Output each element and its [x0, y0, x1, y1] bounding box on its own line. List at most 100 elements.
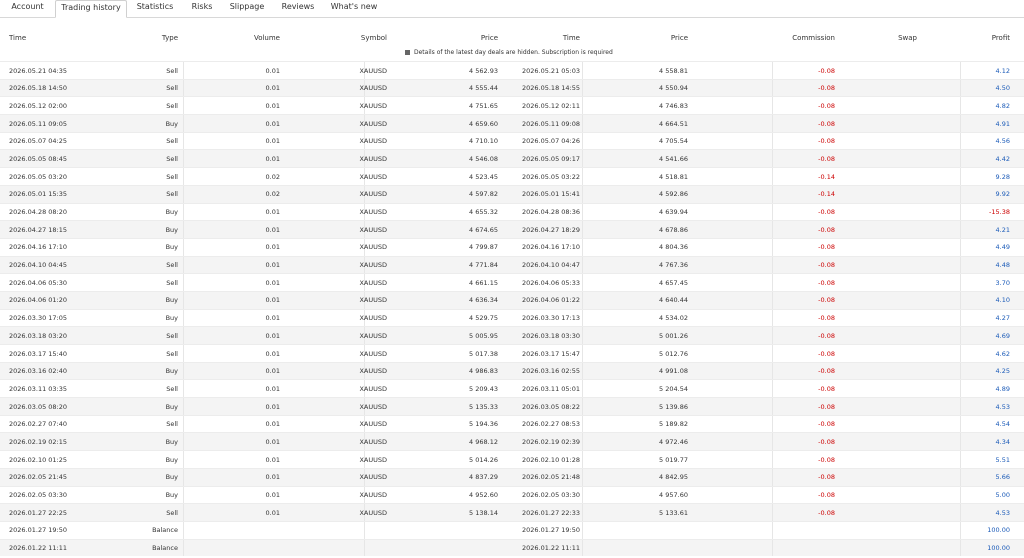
table-header: Time Type Volume Symbol Price Time Price… [0, 28, 1024, 61]
tab-slippage[interactable]: Slippage [221, 0, 273, 17]
cell-close-price: 4 972.46 [659, 437, 688, 446]
cell-close-time: 2026.01.27 19:50 [521, 526, 580, 535]
cell-time: 2026.01.22 11:11 [9, 544, 68, 553]
column-divider [960, 362, 961, 380]
cell-close-time: 2026.05.05 03:22 [521, 172, 580, 181]
column-divider [960, 504, 961, 521]
column-divider [183, 380, 184, 398]
column-divider [183, 168, 184, 185]
cell-symbol: XAUUSD [359, 402, 387, 411]
tab-account[interactable]: Account [0, 0, 55, 17]
cell-close-price: 4 746.83 [659, 101, 688, 110]
cell-type: Sell [166, 508, 178, 517]
column-divider [772, 398, 773, 415]
cell-profit: 4.21 [995, 225, 1010, 234]
cell-time: 2026.03.18 03:20 [9, 331, 68, 340]
cell-symbol: XAUUSD [359, 190, 387, 199]
col-header-volume[interactable]: Volume [254, 34, 280, 42]
column-divider [582, 97, 583, 115]
table-row: 2026.05.18 14:50 Sell 0.01 XAUUSD 4 555.44 20… [0, 78, 1024, 97]
col-header-price[interactable]: Price [481, 34, 498, 42]
table-row: 2026.05.21 04:35 Sell 0.01 XAUUSD 4 562.93 20… [0, 61, 1024, 79]
cell-profit: 4.54 [995, 420, 1010, 429]
cell-open-price: 4 529.75 [469, 314, 498, 323]
cell-profit: 4.27 [995, 314, 1010, 323]
tab-reviews[interactable]: Reviews [273, 0, 323, 17]
cell-volume: 0.01 [265, 296, 280, 305]
col-header-close-time[interactable]: Time [563, 34, 580, 42]
cell-open-price: 4 968.12 [469, 437, 498, 446]
cell-symbol: XAUUSD [359, 508, 387, 517]
tab-whats-new[interactable]: What's new [323, 0, 385, 17]
column-divider [772, 539, 773, 557]
cell-time: 2026.05.12 02:00 [9, 101, 68, 110]
cell-volume: 0.01 [265, 420, 280, 429]
cell-type: Sell [166, 137, 178, 146]
cell-profit: 5.00 [995, 491, 1010, 499]
cell-profit: 4.25 [995, 367, 1010, 376]
cell-type: Sell [166, 349, 178, 358]
cell-volume: 0.01 [265, 437, 280, 446]
table-row: 2026.05.01 15:35 Sell 0.02 XAUUSD 4 597.82 20… [0, 184, 1024, 203]
cell-commission: -0.08 [818, 384, 835, 393]
table-row: 2026.03.05 08:20 Buy 0.01 XAUUSD 5 135.33 202… [0, 397, 1024, 415]
cell-close-price: 4 541.66 [659, 154, 688, 163]
cell-profit: 4.49 [995, 243, 1010, 252]
cell-close-price: 5 133.61 [659, 508, 688, 517]
cell-commission: -0.08 [818, 208, 835, 216]
cell-volume: 0.01 [265, 137, 280, 146]
cell-close-price: 4 518.81 [659, 172, 688, 181]
cell-volume: 0.01 [265, 349, 280, 358]
col-header-close-price[interactable]: Price [671, 34, 688, 42]
cell-close-time: 2026.04.28 08:36 [521, 208, 580, 216]
column-divider [183, 433, 184, 451]
cell-open-price: 4 771.84 [469, 261, 498, 270]
cell-open-price: 4 562.93 [469, 66, 498, 75]
cell-volume: 0.02 [265, 190, 280, 199]
tab-statistics[interactable]: Statistics [127, 0, 183, 17]
cell-type: Sell [166, 66, 178, 75]
cell-symbol: XAUUSD [359, 84, 387, 93]
column-divider [183, 150, 184, 168]
table-row: 2026.02.19 02:15 Buy 0.01 XAUUSD 4 968.12 202… [0, 432, 1024, 451]
cell-profit: 4.53 [995, 402, 1010, 411]
col-header-time[interactable]: Time [9, 34, 26, 42]
column-divider [960, 468, 961, 486]
cell-profit: 4.48 [995, 261, 1010, 270]
tab-risks[interactable]: Risks [183, 0, 221, 17]
cell-close-time: 2026.01.22 11:11 [521, 544, 580, 553]
column-divider [582, 415, 583, 433]
column-divider [582, 521, 583, 539]
cell-commission: -0.08 [818, 261, 835, 270]
cell-time: 2026.05.11 09:05 [9, 119, 68, 128]
cell-close-time: 2026.04.10 04:47 [521, 261, 580, 270]
col-header-profit[interactable]: Profit [992, 34, 1010, 42]
cell-commission: -0.08 [818, 296, 835, 305]
col-header-swap[interactable]: Swap [898, 34, 917, 42]
cell-time: 2026.04.06 05:30 [9, 278, 68, 287]
cell-volume: 0.01 [265, 402, 280, 411]
cell-type: Buy [165, 314, 178, 323]
col-header-symbol[interactable]: Symbol [361, 34, 387, 42]
column-divider [960, 238, 961, 256]
cell-type: Sell [166, 101, 178, 110]
column-divider [582, 345, 583, 362]
col-header-commission[interactable]: Commission [792, 34, 835, 42]
cell-open-price: 4 986.83 [469, 367, 498, 376]
cell-time: 2026.03.30 17:05 [9, 314, 68, 323]
column-divider [772, 486, 773, 504]
col-header-type[interactable]: Type [162, 34, 178, 42]
tab-trading-history[interactable]: Trading history [55, 0, 127, 18]
cell-commission: -0.08 [818, 491, 835, 499]
column-divider [183, 362, 184, 380]
cell-volume: 0.01 [265, 491, 280, 499]
cell-open-price: 4 799.87 [469, 243, 498, 252]
cell-close-price: 4 664.51 [659, 119, 688, 128]
column-divider [960, 256, 961, 274]
cell-symbol: XAUUSD [359, 314, 387, 323]
column-divider [183, 203, 184, 221]
column-divider [960, 309, 961, 327]
cell-commission: -0.08 [818, 473, 835, 482]
column-divider [582, 256, 583, 274]
cell-symbol: XAUUSD [359, 278, 387, 287]
